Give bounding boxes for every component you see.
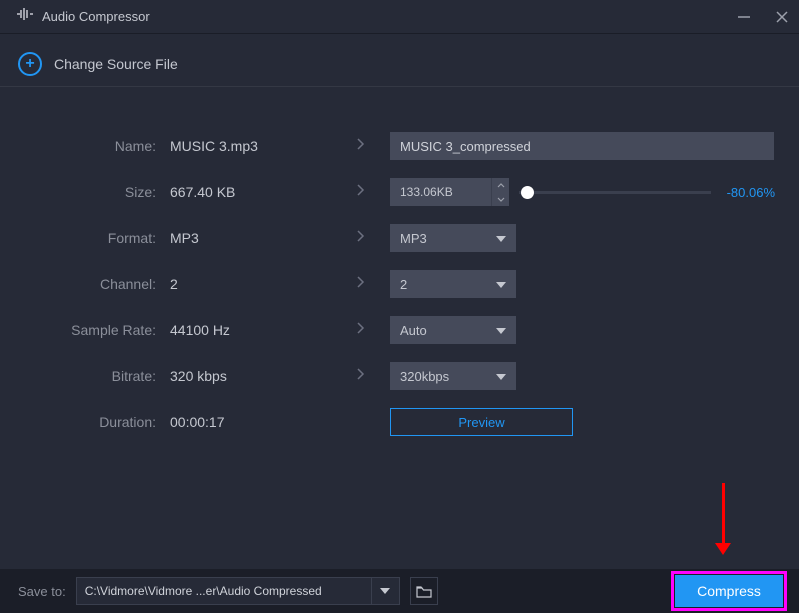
open-folder-button[interactable]	[410, 577, 438, 605]
close-button[interactable]	[775, 10, 789, 24]
change-source-label: Change Source File	[54, 56, 178, 72]
channel-label: Channel:	[0, 276, 170, 292]
size-percent: -80.06%	[721, 185, 775, 200]
spinner-up[interactable]	[492, 178, 509, 192]
minimize-button[interactable]	[737, 10, 751, 24]
duration-label: Duration:	[0, 414, 170, 430]
title-bar: Audio Compressor	[0, 0, 799, 34]
bitrate-value: 320 kbps	[170, 368, 330, 384]
samplerate-dropdown[interactable]: Auto	[390, 316, 516, 344]
format-value: MP3	[170, 230, 330, 246]
row-format: Format: MP3 MP3	[0, 224, 775, 252]
bitrate-selected: 320kbps	[400, 369, 449, 384]
slider-thumb[interactable]	[521, 186, 534, 199]
samplerate-value: 44100 Hz	[170, 322, 330, 338]
duration-value: 00:00:17	[170, 414, 330, 430]
name-label: Name:	[0, 138, 170, 154]
chevron-right-icon	[356, 367, 365, 386]
change-source-file[interactable]: + Change Source File	[0, 34, 799, 87]
chevron-right-icon	[356, 137, 365, 156]
footer-bar: Save to: C:\Vidmore\Vidmore ...er\Audio …	[0, 569, 799, 613]
preview-button[interactable]: Preview	[390, 408, 573, 436]
channel-dropdown[interactable]: 2	[390, 270, 516, 298]
chevron-right-icon	[356, 275, 365, 294]
app-logo-icon	[16, 7, 34, 26]
name-input[interactable]	[390, 132, 774, 160]
bitrate-dropdown[interactable]: 320kbps	[390, 362, 516, 390]
size-slider[interactable]	[519, 191, 711, 194]
row-channel: Channel: 2 2	[0, 270, 775, 298]
compress-button[interactable]: Compress	[675, 575, 783, 607]
caret-down-icon	[496, 367, 506, 385]
samplerate-selected: Auto	[400, 323, 427, 338]
caret-down-icon	[496, 275, 506, 293]
chevron-right-icon	[356, 229, 365, 248]
spinner-down[interactable]	[492, 192, 509, 206]
bitrate-label: Bitrate:	[0, 368, 170, 384]
save-to-label: Save to:	[18, 584, 66, 599]
save-path-field[interactable]: C:\Vidmore\Vidmore ...er\Audio Compresse…	[76, 577, 372, 605]
channel-value: 2	[170, 276, 330, 292]
row-name: Name: MUSIC 3.mp3	[0, 132, 775, 160]
size-value: 667.40 KB	[170, 184, 330, 200]
name-value: MUSIC 3.mp3	[170, 138, 330, 154]
form-area: Name: MUSIC 3.mp3 Size: 667.40 KB 133.06…	[0, 87, 799, 436]
format-dropdown[interactable]: MP3	[390, 224, 516, 252]
size-spinner[interactable]: 133.06KB	[390, 178, 509, 206]
save-path-text: C:\Vidmore\Vidmore ...er\Audio Compresse…	[85, 584, 322, 598]
chevron-right-icon	[356, 321, 365, 340]
samplerate-label: Sample Rate:	[0, 322, 170, 338]
row-size: Size: 667.40 KB 133.06KB -80.06%	[0, 178, 775, 206]
row-bitrate: Bitrate: 320 kbps 320kbps	[0, 362, 775, 390]
row-samplerate: Sample Rate: 44100 Hz Auto	[0, 316, 775, 344]
channel-selected: 2	[400, 277, 407, 292]
save-path-dropdown-arrow[interactable]	[372, 577, 400, 605]
app-title: Audio Compressor	[42, 9, 150, 24]
caret-down-icon	[496, 229, 506, 247]
row-duration: Duration: 00:00:17 Preview	[0, 408, 775, 436]
format-label: Format:	[0, 230, 170, 246]
caret-down-icon	[496, 321, 506, 339]
format-selected: MP3	[400, 231, 427, 246]
annotation-arrow	[715, 483, 731, 555]
size-label: Size:	[0, 184, 170, 200]
plus-circle-icon: +	[18, 52, 42, 76]
size-spinner-value: 133.06KB	[390, 185, 491, 199]
chevron-right-icon	[356, 183, 365, 202]
folder-icon	[416, 585, 432, 598]
